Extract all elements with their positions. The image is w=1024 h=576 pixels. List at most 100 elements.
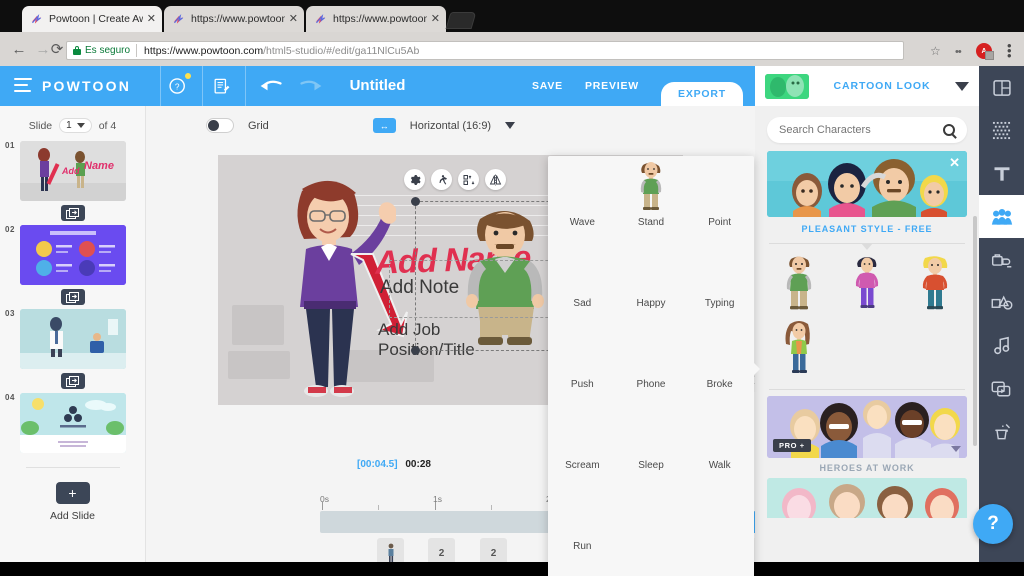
- back-icon[interactable]: ←: [8, 38, 30, 60]
- pose-option-stand[interactable]: Stand: [617, 156, 686, 237]
- props-icon-glyph: [991, 253, 1011, 267]
- add-slide-label: Add Slide: [50, 510, 95, 522]
- address-bar[interactable]: Es seguro https://www.powtoon.com/html5-…: [66, 41, 904, 60]
- pose-option-typing[interactable]: Typing: [685, 237, 754, 318]
- chevron-down-icon[interactable]: [955, 81, 969, 91]
- export-button[interactable]: EXPORT: [661, 82, 743, 106]
- pose-cell-empty: [685, 480, 754, 561]
- props-icon[interactable]: [979, 238, 1024, 281]
- pose-option-phone[interactable]: Phone: [617, 318, 686, 399]
- settings-icon[interactable]: [404, 169, 425, 190]
- add-between-icon: [65, 375, 79, 387]
- insert-slide-button-1[interactable]: [60, 205, 85, 221]
- pose-label: Walk: [708, 460, 731, 471]
- bookmark-star-icon[interactable]: ☆: [930, 44, 941, 58]
- library-scrollbar[interactable]: [973, 216, 977, 446]
- pose-label: Point: [708, 217, 732, 228]
- library-title: CARTOON LOOK: [833, 80, 931, 92]
- close-icon[interactable]: ✕: [949, 155, 960, 171]
- character-item-3[interactable]: [901, 252, 969, 316]
- promo-banner-pleasant[interactable]: ✕: [767, 151, 967, 217]
- slide-thumbnail-4[interactable]: 04: [0, 393, 145, 453]
- search-icon[interactable]: [943, 124, 955, 136]
- slide-thumbnail-3[interactable]: 03: [0, 309, 145, 369]
- search-input[interactable]: [779, 124, 943, 136]
- pose-preview-stand: [640, 162, 662, 210]
- new-tab-button[interactable]: [445, 12, 477, 29]
- resize-handle-bottom-left[interactable]: [411, 346, 420, 355]
- pose-option-wave[interactable]: Wave: [548, 156, 617, 237]
- character-cell-empty: [901, 316, 969, 380]
- flip-horizontal-icon-glyph: [489, 174, 502, 185]
- save-button[interactable]: SAVE: [532, 80, 563, 92]
- browser-tab-2[interactable]: https://www.powtoon.co ✕: [164, 6, 304, 32]
- flip-icon[interactable]: [485, 169, 506, 190]
- promo-banner-heroes[interactable]: PRO +: [767, 396, 967, 458]
- preview-button[interactable]: PREVIEW: [585, 80, 639, 92]
- pose-option-sad[interactable]: Sad: [548, 237, 617, 318]
- chevron-down-icon[interactable]: [951, 446, 961, 452]
- pose-grid: Wave Stand Point Sad Happy Typing Push P…: [548, 156, 754, 561]
- add-slide-button[interactable]: + Add Slide: [0, 482, 145, 522]
- music-icon[interactable]: [979, 324, 1024, 367]
- character-thumb-brunette-orange: [785, 321, 810, 373]
- insert-slide-button-2[interactable]: [60, 289, 85, 305]
- pose-label: Stand: [637, 217, 665, 228]
- media-icon[interactable]: [979, 367, 1024, 410]
- help-fab-button[interactable]: ?: [973, 504, 1013, 544]
- library-style-thumbnail[interactable]: [765, 73, 809, 99]
- running-person-icon-glyph: [439, 174, 447, 184]
- current-time: [00:04.5]: [357, 459, 398, 470]
- svg-text:Add: Add: [61, 166, 80, 176]
- tab-close-icon[interactable]: ✕: [431, 13, 440, 25]
- layouts-icon[interactable]: [979, 66, 1024, 109]
- pose-option-sleep[interactable]: Sleep: [617, 399, 686, 480]
- chevron-down-icon[interactable]: [505, 122, 516, 129]
- text-icon-glyph: [994, 166, 1009, 181]
- promo-banner-third[interactable]: [767, 478, 967, 518]
- character-item-2[interactable]: [833, 252, 901, 316]
- tab-title: https://www.powtoon.co: [333, 13, 427, 25]
- effects-icon[interactable]: [979, 410, 1024, 453]
- search-box[interactable]: [767, 117, 967, 143]
- slide-thumbnail-1[interactable]: 01 Name Add: [0, 141, 145, 201]
- pose-option-run[interactable]: Run: [548, 480, 617, 561]
- extension-icon[interactable]: ••: [955, 46, 962, 58]
- pose-icon[interactable]: [431, 169, 452, 190]
- text-icon[interactable]: [979, 152, 1024, 195]
- backgrounds-icon[interactable]: [979, 109, 1024, 152]
- tab-close-icon[interactable]: ✕: [147, 13, 156, 25]
- pose-option-point[interactable]: Point: [685, 156, 754, 237]
- slide-select-dropdown[interactable]: 1: [59, 118, 92, 133]
- powtoon-favicon: [31, 13, 42, 24]
- pose-option-broke[interactable]: Broke: [685, 318, 754, 399]
- tab-close-icon[interactable]: ✕: [289, 13, 298, 25]
- reorder-icon[interactable]: [458, 169, 479, 190]
- characters-icon[interactable]: [979, 195, 1024, 238]
- pose-option-scream[interactable]: Scream: [548, 399, 617, 480]
- slide-preview: [19, 309, 126, 369]
- slide-word: Slide: [28, 119, 53, 132]
- pose-label: Broke: [706, 379, 733, 390]
- slide-2-art: [19, 225, 126, 285]
- slide-thumbnail-2[interactable]: 02: [0, 225, 145, 285]
- character-item-4[interactable]: [765, 316, 833, 380]
- pose-label: Sleep: [638, 460, 664, 471]
- swap-layers-icon-glyph: [463, 174, 474, 185]
- pose-option-walk[interactable]: Walk: [685, 399, 754, 480]
- shapes-icon[interactable]: [979, 281, 1024, 324]
- browser-tab-1[interactable]: Powtoon | Create Aweso ✕: [22, 6, 162, 32]
- character-item-1[interactable]: [765, 252, 833, 316]
- pose-option-happy[interactable]: Happy: [617, 237, 686, 318]
- rail-divider: [25, 467, 120, 468]
- media-icon-glyph: [991, 381, 1010, 396]
- pose-dropdown-menu[interactable]: Wave Stand Point Sad Happy Typing Push P…: [548, 156, 760, 576]
- resize-handle-top-left[interactable]: [411, 197, 420, 206]
- reload-icon[interactable]: ⟳: [46, 38, 68, 60]
- svg-text:Name: Name: [84, 160, 114, 172]
- pose-option-push[interactable]: Push: [548, 318, 617, 399]
- insert-slide-button-3[interactable]: [60, 373, 85, 389]
- grid-toggle[interactable]: [206, 118, 234, 133]
- browser-tab-3[interactable]: https://www.powtoon.co ✕: [306, 6, 446, 32]
- browser-menu-icon[interactable]: • • •: [1007, 39, 1012, 62]
